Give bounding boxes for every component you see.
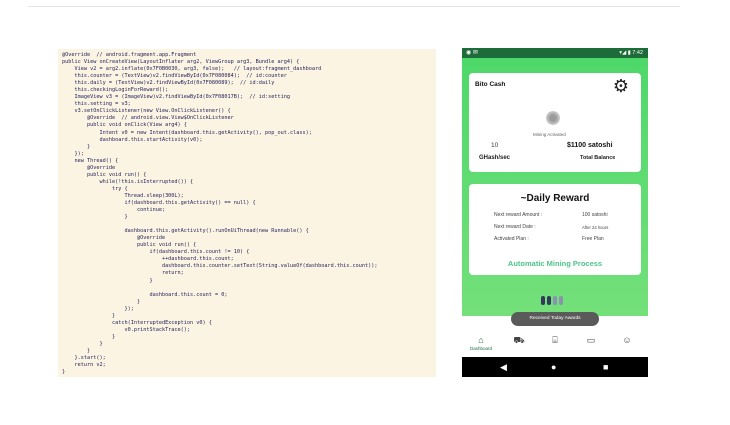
code-line: @Override // android.view.View$OnClickLi…: [62, 115, 234, 122]
code-panel: @Override // android.fragment.app.Fragme…: [58, 49, 436, 377]
code-line: });: [62, 305, 134, 312]
app-title: Bito Cash: [475, 81, 506, 88]
loader-bar: [547, 296, 551, 305]
loader-bar: [541, 296, 545, 305]
code-line: @Override // android.fragment.app.Fragme…: [62, 52, 197, 58]
balance-label: Total Balance: [580, 155, 616, 161]
code-line: Intent v0 = new Intent(dashboard.this.ge…: [62, 129, 312, 136]
status-bar: ◉ ✉ ▾◢ ▮ 7:42: [462, 48, 648, 58]
code-line: @Override: [62, 235, 166, 242]
automatic-mining-button[interactable]: Automatic Mining Process: [469, 259, 641, 268]
recents-icon[interactable]: ■: [603, 361, 608, 373]
nav-item-car[interactable]: ⛟: [512, 335, 526, 347]
code-line: continue;: [62, 207, 166, 214]
code-line: this.counter = (TextView)v2.findViewById…: [62, 73, 287, 80]
reward-date-value: After 24 hours: [582, 225, 609, 230]
hash-rate-value: 10: [491, 142, 499, 149]
code-line: public View onCreateView(LayoutInflater …: [62, 59, 300, 66]
status-time: ▾◢ ▮ 7:42: [619, 49, 643, 56]
plan-label: Activated Plan :: [494, 236, 529, 242]
nav-item-card[interactable]: ▭: [584, 335, 598, 346]
nav-item-people[interactable]: ☺: [620, 335, 634, 345]
code-line: try {: [62, 185, 128, 192]
code-line: });: [62, 150, 84, 157]
loader-bar: [559, 296, 563, 305]
car-icon: ⛟: [513, 335, 525, 345]
code-line: public void onClick(View arg4) {: [62, 122, 187, 129]
code-line: dashboard.this.counter.setText(String.va…: [62, 263, 378, 270]
system-navigation-bar: ◀ ● ■: [462, 357, 648, 377]
code-line: if(dashboard.this.count != 10) {: [62, 249, 250, 256]
code-line: }: [62, 333, 116, 340]
code-line: dashboard.this.getActivity().runOnUiThre…: [62, 228, 309, 235]
loading-indicator: [541, 292, 565, 310]
code-line: public void run() {: [62, 171, 147, 178]
code-line: }: [62, 340, 103, 347]
code-line: dashboard.this.count = 0;: [62, 291, 228, 298]
card-icon: ▭: [586, 335, 596, 345]
code-line: }.start();: [62, 355, 106, 362]
code-line: ++dashboard.this.count;: [62, 256, 234, 263]
toast-message: Received Today Awards: [511, 312, 599, 326]
code-line: View v2 = arg2.inflate(0x7F0B0030, arg3,…: [62, 66, 322, 73]
code-line: }: [62, 214, 128, 221]
code-line: while(!this.isInterrupted()) {: [62, 178, 194, 185]
code-line: Thread.sleep(300L);: [62, 192, 184, 199]
balance-card: Bito Cash ⚙ Mining Activated 10 GHash/se…: [469, 73, 641, 172]
phone-screen: ◉ ✉ ▾◢ ▮ 7:42 Bito Cash ⚙ Mining Activat…: [462, 48, 648, 377]
balance-value: $1100 satoshi: [567, 142, 613, 149]
code-line: }: [62, 369, 66, 376]
app-background: Bito Cash ⚙ Mining Activated 10 GHash/se…: [462, 58, 648, 316]
top-divider: [28, 6, 680, 7]
code-line: if(dashboard.this.getActivity() == null)…: [62, 199, 256, 206]
mining-spinner: [546, 111, 560, 125]
code-line: new Thread() {: [62, 157, 119, 164]
nav-item-bank[interactable]: ⌸: [548, 335, 562, 346]
code-line: this.setting = v3;: [62, 101, 131, 108]
loader-bar: [553, 296, 557, 305]
code-line: catch(InterruptedException v0) {: [62, 319, 212, 326]
plan-value: Free Plan: [582, 236, 604, 242]
reward-date-label: Next reward Date :: [494, 224, 536, 230]
bottom-navigation: ⌂ Dashboard ⛟ ⌸ ▭ ☺: [462, 331, 648, 357]
code-line: @Override: [62, 164, 116, 171]
reward-amount-label: Next reward Amount :: [494, 212, 543, 218]
home-icon: ⌂: [478, 335, 484, 345]
code-line: this.daily = (TextView)v2.findViewById(0…: [62, 80, 275, 87]
code-line: }: [62, 347, 91, 354]
nav-dashboard[interactable]: ⌂ Dashboard: [468, 335, 494, 351]
back-icon[interactable]: ◀: [500, 361, 507, 373]
code-line: }: [62, 312, 116, 319]
code-line: v0.printStackTrace();: [62, 326, 191, 333]
gear-icon[interactable]: ⚙: [613, 77, 629, 95]
reward-amount-value: 100 satoshi: [582, 212, 608, 218]
code-line: dashboard.this.startActivity(v0);: [62, 136, 203, 143]
home-button-icon[interactable]: ●: [551, 361, 556, 373]
code-line: return v2;: [62, 362, 106, 369]
code-line: v3.setOnClickListener(new View.OnClickLi…: [62, 108, 231, 115]
daily-reward-card: ~Daily Reward Next reward Amount : 100 s…: [469, 184, 641, 275]
people-icon: ☺: [622, 335, 632, 345]
code-line: ImageView v3 = (ImageView)v2.findViewByI…: [62, 94, 290, 101]
nav-dashboard-label: Dashboard: [469, 346, 492, 351]
code-line: public void run() {: [62, 242, 197, 249]
code-line: this.checkingLoginForReward();: [62, 87, 169, 94]
code-line: }: [62, 143, 91, 150]
daily-reward-title: ~Daily Reward: [520, 193, 590, 204]
code-line: return;: [62, 270, 184, 277]
bank-icon: ⌸: [552, 335, 558, 345]
code-line: }: [62, 298, 141, 305]
notification-icons: ◉ ✉: [466, 50, 478, 56]
code-line: }: [62, 277, 153, 284]
hash-rate-label: GHash/sec: [479, 155, 511, 161]
mining-status: Mining Activated: [533, 132, 566, 137]
code-block: @Override // android.fragment.app.Fragme…: [58, 49, 436, 376]
